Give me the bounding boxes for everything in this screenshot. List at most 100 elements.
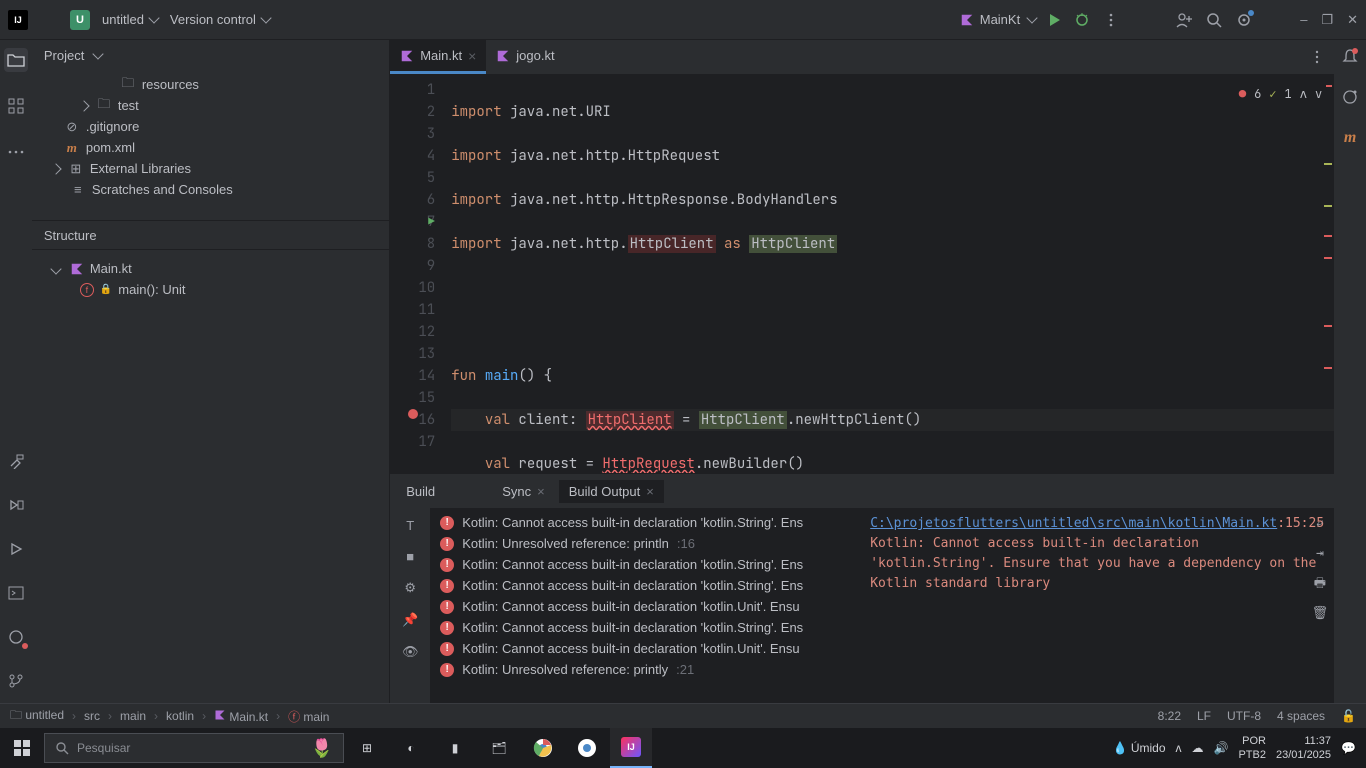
error-stripe[interactable] — [1322, 75, 1334, 473]
settings-button[interactable] — [1236, 12, 1252, 28]
task-view-button[interactable]: ⊞ — [346, 728, 388, 768]
code-content[interactable]: import java.net.URI import java.net.http… — [445, 75, 1334, 473]
readonly-toggle[interactable]: 🔓 — [1341, 709, 1356, 723]
structure-tool-button[interactable] — [4, 94, 28, 118]
weather-widget[interactable]: 💧 Úmido — [1113, 741, 1166, 755]
build-view-button[interactable]: 👁 — [402, 644, 419, 660]
run-button[interactable] — [1050, 14, 1060, 26]
start-button[interactable] — [2, 728, 42, 768]
maven-tool-button[interactable]: m — [1342, 130, 1358, 145]
windows-search[interactable]: Pesquisar 🌷 — [44, 733, 344, 763]
ai-assistant-button[interactable] — [1342, 89, 1358, 108]
breadcrumb-item[interactable]: main — [120, 709, 146, 723]
build-expand-button[interactable]: T — [406, 518, 414, 533]
tab-options-button[interactable] — [1310, 50, 1324, 64]
build-message-row[interactable]: !Kotlin: Unresolved reference: println :… — [430, 533, 860, 554]
build-message-row[interactable]: !Kotlin: Cannot access built-in declarat… — [430, 575, 860, 596]
run-tool-button[interactable] — [4, 537, 28, 561]
services-tool-button[interactable] — [4, 493, 28, 517]
project-name-dropdown[interactable]: untitled — [102, 12, 158, 27]
next-highlight[interactable]: v — [1315, 83, 1322, 105]
problems-tool-button[interactable] — [4, 625, 28, 649]
scroll-to-end-button[interactable]: ⇥ — [1312, 544, 1329, 564]
breadcrumb-item[interactable]: kotlin — [166, 709, 194, 723]
build-tab-sync[interactable]: Sync× — [492, 480, 555, 503]
inspections-widget[interactable]: ●6 ✓1 ʌ v — [1235, 81, 1326, 107]
project-tool-button[interactable] — [4, 48, 28, 72]
build-stop-button[interactable]: ■ — [406, 549, 414, 564]
code-with-me-button[interactable] — [1176, 12, 1192, 28]
hamburger-icon[interactable] — [40, 14, 58, 26]
tree-item-resources[interactable]: 🗀resources — [40, 74, 381, 95]
prev-highlight[interactable]: ʌ — [1300, 83, 1307, 105]
file-encoding[interactable]: UTF-8 — [1227, 709, 1261, 723]
breadcrumb-item[interactable]: ⓕ main — [288, 708, 329, 725]
build-message-row[interactable]: !Kotlin: Cannot access built-in declarat… — [430, 617, 860, 638]
run-config-dropdown[interactable]: MainKt — [960, 12, 1036, 27]
build-toolbar: T ■ ⚙ 📌 👁 — [390, 508, 430, 703]
terminal-app[interactable]: ▮ — [434, 728, 476, 768]
tree-item-scratches[interactable]: ≡Scratches and Consoles — [40, 179, 381, 200]
close-icon[interactable]: × — [468, 48, 476, 64]
build-tab-output[interactable]: Build Output× — [559, 480, 664, 503]
structure-panel-header[interactable]: Structure — [32, 220, 389, 250]
indent-setting[interactable]: 4 spaces — [1277, 709, 1325, 723]
build-message-row[interactable]: !Kotlin: Unresolved reference: printly :… — [430, 659, 860, 680]
build-tool-button[interactable] — [4, 449, 28, 473]
tree-item-gitignore[interactable]: ⊘.gitignore — [40, 116, 381, 137]
caret-position[interactable]: 8:22 — [1158, 709, 1181, 723]
notifications-tray[interactable]: 💬 — [1341, 741, 1356, 755]
editor-tab-jogo[interactable]: jogo.kt — [486, 40, 564, 74]
structure-file-item[interactable]: Main.kt — [40, 258, 381, 279]
close-icon[interactable]: × — [537, 484, 545, 499]
build-pin-button[interactable]: 📌 — [402, 612, 418, 628]
volume-icon[interactable]: 🔊 — [1214, 741, 1229, 755]
breadcrumb[interactable]: 🗀 untitled src main kotlin Main.kt ⓕ main — [10, 706, 329, 727]
vcs-dropdown[interactable]: Version control — [170, 12, 270, 27]
window-close[interactable]: ✕ — [1347, 12, 1358, 28]
editor-body[interactable]: 123456 ▶7 89101112131415 16 17 import ja… — [390, 75, 1334, 473]
debug-button[interactable] — [1074, 12, 1090, 28]
breakpoint-icon[interactable] — [408, 409, 418, 419]
breadcrumb-item[interactable]: 🗀 untitled — [10, 706, 64, 727]
explorer-app[interactable]: 🗂 — [478, 728, 520, 768]
clock[interactable]: 11:3723/01/2025 — [1276, 734, 1331, 762]
tree-item-ext-libs[interactable]: ⊞External Libraries — [40, 158, 381, 179]
search-everywhere-button[interactable] — [1206, 12, 1222, 28]
breadcrumb-item[interactable]: Main.kt — [214, 709, 268, 724]
error-file-link[interactable]: C:\projetosflutters\untitled\src\main\ko… — [870, 516, 1277, 531]
project-panel-header[interactable]: Project — [32, 40, 389, 70]
onedrive-icon[interactable]: ☁ — [1192, 741, 1204, 755]
build-message-row[interactable]: !Kotlin: Cannot access built-in declarat… — [430, 638, 860, 659]
tray-chevron[interactable]: ʌ — [1176, 741, 1182, 755]
soft-wrap-button[interactable]: ⤶ — [1312, 514, 1329, 534]
language-indicator[interactable]: PORPTB2 — [1238, 734, 1266, 762]
more-actions-button[interactable] — [1104, 13, 1118, 27]
print-button[interactable]: 🖶 — [1312, 574, 1329, 594]
tree-item-test[interactable]: 🗀test — [40, 95, 381, 116]
window-maximize[interactable]: ❐ — [1321, 12, 1333, 28]
more-tools-button[interactable] — [4, 140, 28, 164]
structure-member-item[interactable]: f 🔒 main(): Unit — [40, 279, 381, 300]
build-message-row[interactable]: !Kotlin: Cannot access built-in declarat… — [430, 512, 860, 533]
breadcrumb-item[interactable]: src — [84, 709, 100, 723]
editor-area: Main.kt × jogo.kt 123456 ▶7 891011121314… — [390, 40, 1334, 703]
build-settings-button[interactable]: ⚙ — [404, 580, 416, 596]
notifications-button[interactable] — [1342, 48, 1358, 67]
copilot-button[interactable]: ◐ — [390, 728, 432, 768]
gutter-run-icon[interactable]: ▶ — [428, 211, 435, 233]
editor-tab-main[interactable]: Main.kt × — [390, 40, 486, 74]
intellij-app[interactable]: IJ — [610, 728, 652, 768]
vcs-tool-button[interactable] — [4, 669, 28, 693]
chrome-canary-app[interactable] — [566, 728, 608, 768]
build-message-row[interactable]: !Kotlin: Cannot access built-in declarat… — [430, 596, 860, 617]
line-separator[interactable]: LF — [1197, 709, 1211, 723]
build-message-row[interactable]: !Kotlin: Cannot access built-in declarat… — [430, 554, 860, 575]
clear-button[interactable]: 🗑 — [1312, 604, 1329, 624]
close-icon[interactable]: × — [646, 484, 654, 499]
chrome-app[interactable] — [522, 728, 564, 768]
build-message-list[interactable]: !Kotlin: Cannot access built-in declarat… — [430, 508, 860, 703]
tree-item-pom[interactable]: mpom.xml — [40, 137, 381, 158]
window-minimize[interactable]: – — [1300, 12, 1307, 27]
terminal-tool-button[interactable] — [4, 581, 28, 605]
